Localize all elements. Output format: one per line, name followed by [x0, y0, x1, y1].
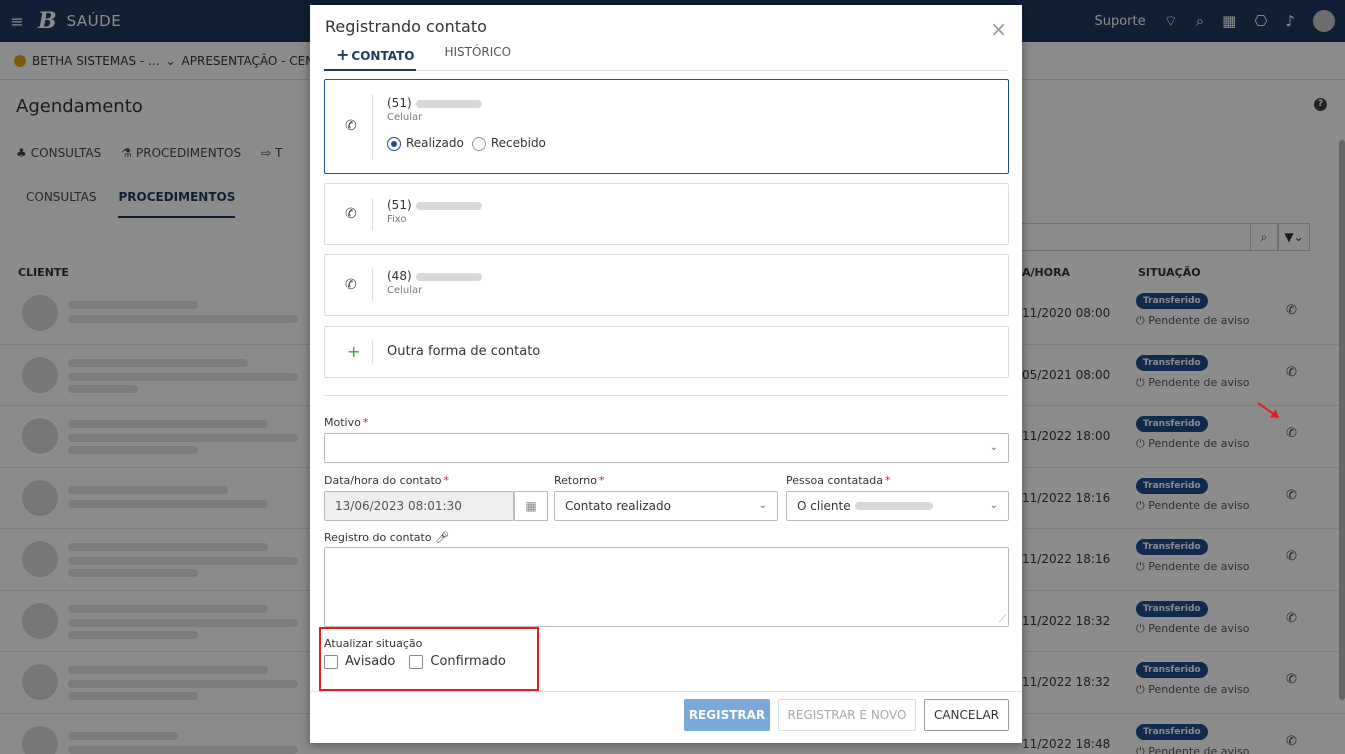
other-contact-option[interactable]: + Outra forma de contato [324, 326, 1009, 378]
divider [372, 94, 373, 159]
data-hora-field: 13/06/2023 08:01:30 [324, 491, 514, 521]
registro-textarea[interactable]: ⟋ [324, 547, 1009, 627]
close-icon[interactable]: × [990, 17, 1007, 41]
radio-recebido[interactable]: Recebido [471, 136, 546, 151]
section-divider [324, 395, 1009, 396]
registrar-e-novo-button[interactable]: REGISTRAR E NOVO [778, 699, 916, 731]
redacted-number [415, 201, 482, 210]
contact-type: Fixo [387, 214, 407, 225]
resize-handle-icon[interactable]: ⟋ [999, 614, 1006, 625]
data-hora-label: Data/hora do contato * [324, 474, 449, 487]
microphone-icon[interactable]: 🎤︎ [435, 531, 449, 544]
phone-icon: ✆ [345, 277, 357, 293]
situation-checkboxes: Avisado Confirmado [324, 654, 506, 669]
footer-divider [310, 691, 1022, 692]
atualizar-situacao-label: Atualizar situação [324, 637, 423, 650]
retorno-select[interactable]: Contato realizado ⌄ [554, 491, 778, 521]
redacted-number [415, 272, 482, 281]
chevron-down-icon: ⌄ [758, 500, 767, 511]
cancelar-button[interactable]: CANCELAR [924, 699, 1009, 731]
tab-contato[interactable]: + CONTATO [324, 45, 417, 71]
divider [372, 341, 373, 363]
radio-checked-icon [387, 136, 401, 151]
contact-type: Celular [387, 285, 423, 296]
registrar-button[interactable]: REGISTRAR [684, 699, 770, 731]
contact-type: Celular [387, 112, 423, 123]
contact-number: (48) [387, 269, 482, 283]
other-contact-label: Outra forma de contato [387, 344, 541, 359]
divider [372, 269, 373, 301]
tab-historico[interactable]: HISTÓRICO [432, 45, 511, 70]
motivo-label: Motivo * [324, 416, 369, 429]
contact-option-1[interactable]: ✆ (51) Celular Realizado Recebido [324, 79, 1009, 174]
chevron-down-icon: ⌄ [989, 500, 998, 511]
phone-icon: ✆ [345, 206, 357, 222]
calendar-icon[interactable]: ▦ [514, 491, 548, 521]
radio-unchecked-icon [471, 136, 486, 151]
checkbox-confirmado[interactable]: Confirmado [409, 654, 506, 669]
phone-icon: ✆ [345, 118, 357, 134]
contact-option-2[interactable]: ✆ (51) Fixo [324, 183, 1009, 245]
contact-option-3[interactable]: ✆ (48) Celular [324, 254, 1009, 316]
contact-number: (51) [387, 96, 482, 110]
divider [372, 198, 373, 230]
redacted-number [415, 99, 482, 108]
checkbox-avisado[interactable]: Avisado [324, 654, 395, 669]
page-scrollbar[interactable] [1339, 140, 1345, 700]
register-contact-modal: Registrando contato × + CONTATO HISTÓRICO… [310, 5, 1022, 743]
pessoa-select[interactable]: O cliente ⌄ [786, 491, 1009, 521]
modal-title: Registrando contato [325, 17, 487, 36]
registro-label: Registro do contato 🎤︎ [324, 531, 450, 544]
direction-radios: Realizado Recebido [387, 136, 546, 151]
checkbox-icon [324, 654, 338, 669]
chevron-down-icon: ⌄ [989, 442, 998, 453]
contact-number: (51) [387, 198, 482, 212]
plus-icon: + [336, 45, 350, 64]
modal-tabs: + CONTATO HISTÓRICO [324, 45, 1008, 71]
checkbox-icon [409, 654, 424, 669]
retorno-label: Retorno * [554, 474, 605, 487]
redacted-name [854, 502, 933, 510]
plus-icon: + [347, 342, 361, 361]
pessoa-label: Pessoa contatada * [786, 474, 891, 487]
radio-realizado[interactable]: Realizado [387, 136, 464, 151]
motivo-select[interactable]: ⌄ [324, 433, 1009, 463]
